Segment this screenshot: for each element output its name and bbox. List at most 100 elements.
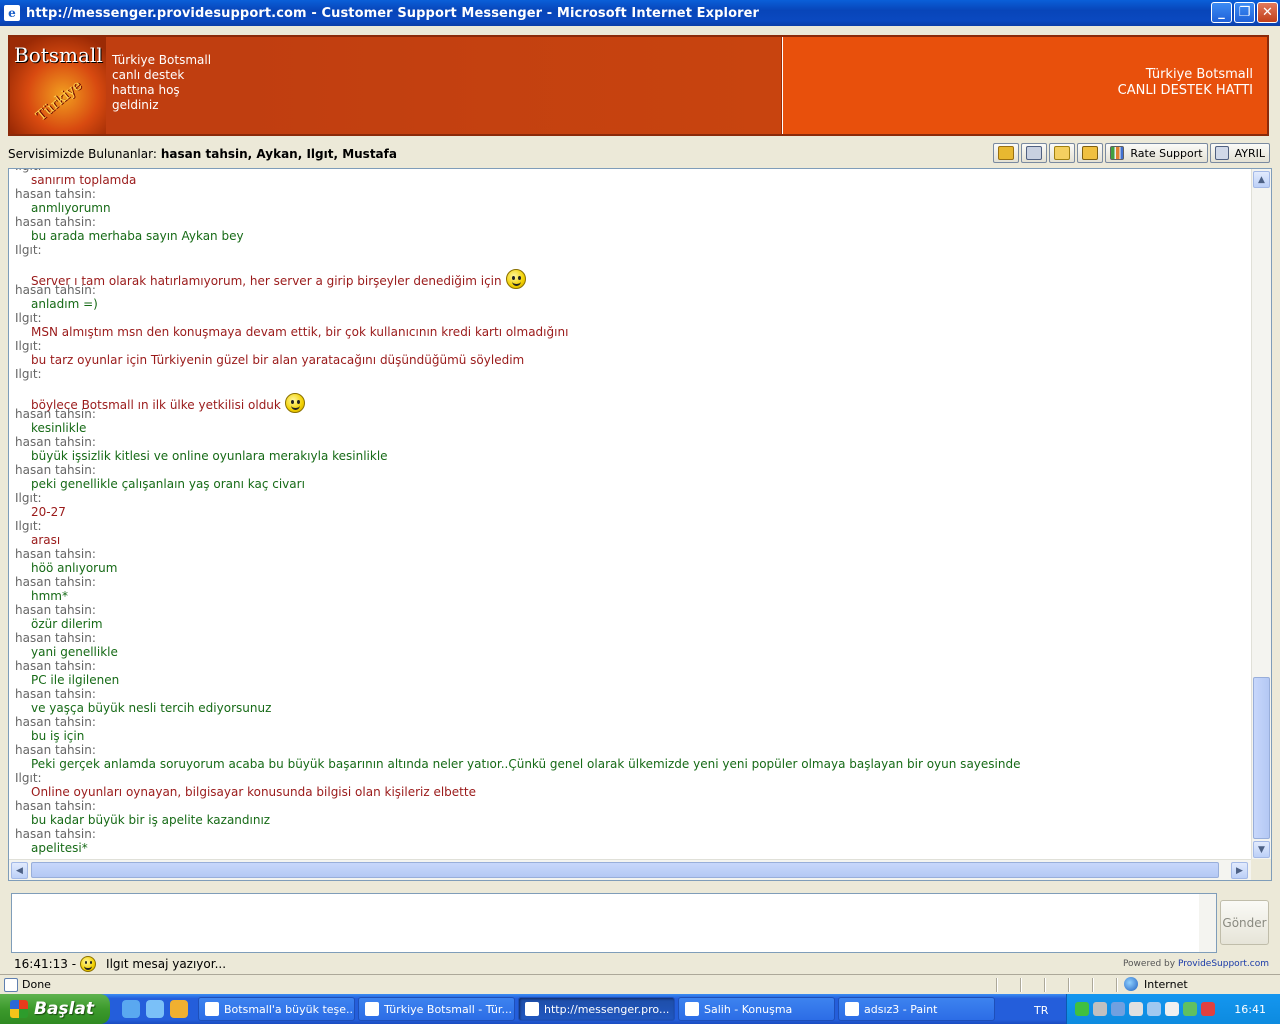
message-input[interactable]	[12, 894, 1200, 952]
leave-label: AYRIL	[1234, 146, 1265, 160]
volume-icon[interactable]	[1165, 1002, 1179, 1016]
message-text: höö anlıyorum	[15, 561, 1245, 575]
message-body: Online oyunları oynayan, bilgisayar konu…	[31, 785, 476, 799]
pencil-icon	[1082, 146, 1099, 160]
message-body: ve yaşça büyük nesli tercih ediyorsunuz	[31, 701, 272, 715]
message-text: bu kadar büyük bir iş apelite kazandınız	[15, 813, 1245, 827]
antivirus-tray-icon[interactable]	[1201, 1002, 1215, 1016]
ie-quicklaunch-icon[interactable]	[122, 1000, 140, 1018]
message-body: bu tarz oyunlar için Türkiyenin güzel bi…	[31, 353, 525, 367]
chat-transcript: Ilgıt:sanırım toplamdahasan tahsin:anmlı…	[8, 168, 1272, 881]
language-indicator[interactable]: TR	[1034, 1004, 1048, 1017]
message-sender: hasan tahsin:	[15, 463, 96, 477]
chat-toolbar: Rate Support AYRIL	[993, 143, 1270, 163]
logo-text: Botsmall	[14, 43, 103, 67]
taskbar-task[interactable]: http://messenger.pro...	[518, 997, 675, 1021]
message-text: ve yaşça büyük nesli tercih ediyorsunuz	[15, 701, 1245, 715]
message-text: Online oyunları oynayan, bilgisayar konu…	[15, 785, 1245, 799]
message-text: PC ile ilgilenen	[15, 673, 1245, 687]
window-title: http://messenger.providesupport.com - Cu…	[26, 5, 760, 21]
message-sender: hasan tahsin:	[15, 743, 96, 757]
print-button[interactable]	[1021, 143, 1048, 163]
message-text: yani genellikle	[15, 645, 1245, 659]
message-body: MSN almıştım msn den konuşmaya devam ett…	[31, 325, 569, 339]
leave-button[interactable]: AYRIL	[1209, 143, 1270, 163]
message-body: bu arada merhaba sayın Aykan bey	[31, 229, 244, 243]
message-body: arası	[31, 533, 61, 547]
vertical-scroll-thumb[interactable]	[1253, 677, 1270, 839]
message-text: MSN almıştım msn den konuşmaya devam ett…	[15, 325, 1245, 339]
vertical-scrollbar[interactable]: ▲ ▼	[1251, 169, 1271, 859]
header-banner: Botsmall Türkiye Türkiye Botsmall canlı …	[8, 35, 1269, 136]
tray-icon[interactable]	[1129, 1002, 1143, 1016]
tray-icon[interactable]	[1147, 1002, 1161, 1016]
scroll-down-arrow[interactable]: ▼	[1253, 841, 1270, 858]
scroll-up-arrow[interactable]: ▲	[1253, 171, 1270, 188]
browser-status-bar: Done Internet	[0, 974, 1280, 994]
minimize-button[interactable]: _	[1211, 2, 1232, 23]
typing-status: 16:41:13 - Ilgıt mesaj yazıyor...	[14, 956, 226, 972]
botsmall-logo: Botsmall Türkiye	[10, 37, 106, 134]
banner-fill	[226, 37, 782, 134]
chart-icon	[1110, 146, 1125, 160]
send-button[interactable]: Gönder	[1220, 900, 1269, 945]
tray-icon[interactable]	[1183, 1002, 1197, 1016]
message-sender: Ilgıt:	[15, 311, 42, 325]
app-quicklaunch-icon[interactable]	[170, 1000, 188, 1018]
welcome-text: Türkiye Botsmall canlı destek hattına ho…	[112, 53, 212, 112]
envelope-icon	[1054, 146, 1071, 160]
smiley-icon	[80, 956, 97, 972]
taskbar-task[interactable]: Salih - Konuşma	[678, 997, 835, 1021]
network-tray-icon[interactable]	[1093, 1002, 1107, 1016]
taskbar-task[interactable]: Türkiye Botsmall - Tür...	[358, 997, 515, 1021]
horizontal-scroll-thumb[interactable]	[31, 862, 1219, 878]
email-transcript-button[interactable]	[1049, 143, 1076, 163]
banner-right-line2: CANLI DESTEK HATTI	[1117, 83, 1253, 98]
rate-support-label: Rate Support	[1130, 146, 1203, 160]
task-label: Botsmall'a büyük teşe...	[224, 1002, 355, 1016]
message-text: bu arada merhaba sayın Aykan bey	[15, 229, 1245, 243]
message-body: Server ı tam olarak hatırlamıyorum, her …	[31, 274, 502, 288]
message-body: anmlıyorumn	[31, 201, 111, 215]
restore-button[interactable]: ❐	[1234, 2, 1255, 23]
message-body: kesinlikle	[31, 421, 87, 435]
tray-icon[interactable]	[1111, 1002, 1125, 1016]
smiley-icon	[505, 269, 526, 289]
message-body: Peki gerçek anlamda soruyorum acaba bu b…	[31, 757, 1021, 771]
message-text: özür dilerim	[15, 617, 1245, 631]
edit-button[interactable]	[1077, 143, 1104, 163]
close-button[interactable]: ✕	[1257, 2, 1278, 23]
scroll-right-arrow[interactable]: ▶	[1231, 862, 1248, 879]
taskbar-task[interactable]: Botsmall'a büyük teşe...	[198, 997, 355, 1021]
scroll-left-arrow[interactable]: ◀	[11, 862, 28, 879]
status-divider	[1044, 978, 1046, 992]
message-sender: Ilgıt:	[15, 491, 42, 505]
start-button[interactable]: Başlat	[0, 994, 110, 1024]
quick-launch	[122, 1000, 188, 1018]
message-text: arası	[15, 533, 1245, 547]
message-body: bu iş için	[31, 729, 85, 743]
browser-quicklaunch-icon[interactable]	[146, 1000, 164, 1018]
taskbar-task[interactable]: adsız3 - Paint	[838, 997, 995, 1021]
security-zone: Internet	[1124, 977, 1188, 991]
horizontal-scrollbar[interactable]: ◀ ▶	[9, 859, 1251, 880]
task-label: adsız3 - Paint	[864, 1002, 938, 1016]
message-text: apelitesi*	[15, 841, 1245, 855]
rate-support-button[interactable]: Rate Support	[1105, 143, 1208, 163]
status-divider	[996, 978, 998, 992]
input-scrollbar[interactable]	[1199, 894, 1216, 952]
send-file-button[interactable]	[993, 143, 1020, 163]
message-sender: hasan tahsin:	[15, 631, 96, 645]
message-sender: hasan tahsin:	[15, 215, 96, 229]
messenger-tray-icon[interactable]	[1075, 1002, 1089, 1016]
status-done: Done	[22, 978, 51, 991]
chat-viewport: Ilgıt:sanırım toplamdahasan tahsin:anmlı…	[9, 169, 1251, 859]
taskbar-tasks: Botsmall'a büyük teşe... Türkiye Botsmall…	[198, 997, 995, 1021]
message-sender: hasan tahsin:	[15, 659, 96, 673]
powered-link[interactable]: ProvideSupport.com	[1178, 959, 1269, 969]
operators-label: Servisimizde Bulunanlar:	[8, 147, 157, 161]
message-body: apelitesi*	[31, 841, 88, 855]
message-text: hmm*	[15, 589, 1245, 603]
printer-icon	[1026, 146, 1043, 160]
message-body: PC ile ilgilenen	[31, 673, 120, 687]
